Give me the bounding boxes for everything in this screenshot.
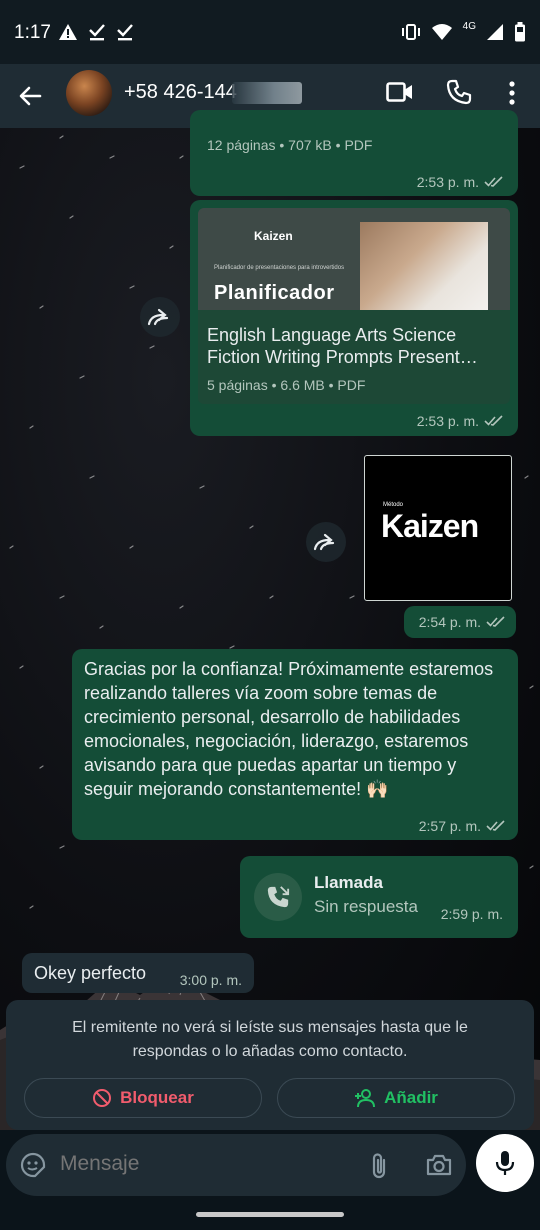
voice-message-button[interactable] xyxy=(476,1134,534,1192)
incoming-message[interactable]: Okey perfecto 3:00 p. m. xyxy=(22,953,254,993)
document-thumbnail: Kaizen Planificador de presentaciones pa… xyxy=(198,208,510,310)
add-person-icon xyxy=(355,1089,376,1108)
message-time: 2:54 p. m. xyxy=(418,614,481,630)
read-receipt-icon xyxy=(486,616,505,627)
message-time: 2:53 p. m. xyxy=(416,174,479,190)
sticker-icon[interactable] xyxy=(20,1152,46,1178)
forward-button[interactable] xyxy=(140,297,180,337)
composer-pill xyxy=(6,1134,466,1196)
thumbnail-subtitle: Planificador de presentaciones para intr… xyxy=(214,265,345,271)
image-brand: Kaizen xyxy=(381,508,479,544)
add-label: Añadir xyxy=(384,1088,438,1107)
contact-name[interactable]: +58 426-144 xyxy=(124,81,237,104)
message-time: 3:00 p. m. xyxy=(179,972,242,988)
missed-call-message[interactable]: Llamada Sin respuesta 2:59 p. m. xyxy=(240,856,518,938)
message-meta: 2:53 p. m. xyxy=(417,413,504,429)
block-button[interactable]: Bloquear xyxy=(24,1078,262,1118)
message-text: Gracias por la confianza! Próximamente e… xyxy=(84,659,494,799)
battery-icon xyxy=(515,22,525,42)
forward-icon xyxy=(313,533,335,551)
microphone-icon xyxy=(495,1151,515,1175)
vibrate-icon xyxy=(401,24,420,40)
document-info: 12 páginas • 707 kB • PDF xyxy=(207,137,373,153)
contact-avatar[interactable] xyxy=(66,70,112,116)
back-arrow-icon[interactable] xyxy=(16,82,44,110)
status-notification-icons xyxy=(58,22,134,42)
home-gesture-handle[interactable] xyxy=(196,1212,344,1217)
document-info: 5 páginas • 6.6 MB • PDF xyxy=(207,377,366,393)
forward-button[interactable] xyxy=(306,522,346,562)
status-time: 1:17 xyxy=(14,22,51,43)
system-nav-bar xyxy=(0,1200,540,1230)
forward-icon xyxy=(147,308,169,326)
message-text: Okey perfecto xyxy=(34,963,147,983)
message-meta: 2:54 p. m. xyxy=(419,614,506,630)
status-system-icons: 4G xyxy=(401,20,526,42)
more-options-icon[interactable] xyxy=(506,80,518,106)
read-receipt-icon xyxy=(484,415,503,426)
message-meta: 2:57 p. m. xyxy=(419,818,506,834)
composer-bar xyxy=(0,1130,540,1200)
read-receipt-icon xyxy=(484,176,503,187)
network-type: 4G xyxy=(462,20,476,32)
wifi-icon xyxy=(431,24,452,40)
image-message[interactable]: Método Kaizen xyxy=(364,455,512,601)
attach-icon[interactable] xyxy=(370,1152,388,1180)
voice-call-icon[interactable] xyxy=(446,79,472,105)
message-time: 2:57 p. m. xyxy=(418,818,481,834)
redacted-number-segment xyxy=(232,82,302,104)
call-title: Llamada xyxy=(314,873,383,892)
message-input[interactable] xyxy=(60,1152,350,1176)
call-subtitle: Sin respuesta xyxy=(314,897,418,916)
message-meta: 2:53 p. m. xyxy=(417,174,504,190)
text-message[interactable]: Gracias por la confianza! Próximamente e… xyxy=(72,649,518,840)
thumbnail-title: Planificador xyxy=(214,282,335,304)
block-icon xyxy=(93,1089,112,1107)
message-time: 2:59 p. m. xyxy=(440,906,503,922)
video-call-icon[interactable] xyxy=(386,80,414,104)
document-message-1[interactable]: 12 páginas • 707 kB • PDF 2:53 p. m. xyxy=(190,110,518,196)
read-receipt-icon xyxy=(486,820,505,831)
document-message-2[interactable]: Kaizen Planificador de presentaciones pa… xyxy=(190,200,518,436)
missed-call-icon xyxy=(267,886,290,908)
signal-icon xyxy=(487,24,503,40)
image-meta-bubble: 2:54 p. m. xyxy=(404,606,516,638)
notice-text: El remitente no verá si leíste sus mensa… xyxy=(72,1019,468,1060)
download-done-icon-2 xyxy=(117,24,133,41)
thumbnail-brand: Kaizen xyxy=(254,229,293,243)
camera-icon[interactable] xyxy=(426,1154,452,1176)
message-time: 2:53 p. m. xyxy=(416,413,479,429)
call-icon-circle xyxy=(254,873,302,921)
add-contact-button[interactable]: Añadir xyxy=(277,1078,515,1118)
document-title: English Language Arts Science Fiction Wr… xyxy=(207,325,478,367)
status-bar: 1:17 4G xyxy=(0,0,540,64)
download-done-icon xyxy=(89,24,105,41)
unknown-sender-notice: El remitente no verá si leíste sus mensa… xyxy=(6,1000,534,1130)
block-label: Bloquear xyxy=(120,1088,194,1107)
thumbnail-photo xyxy=(360,222,488,310)
warning-icon xyxy=(59,24,77,40)
